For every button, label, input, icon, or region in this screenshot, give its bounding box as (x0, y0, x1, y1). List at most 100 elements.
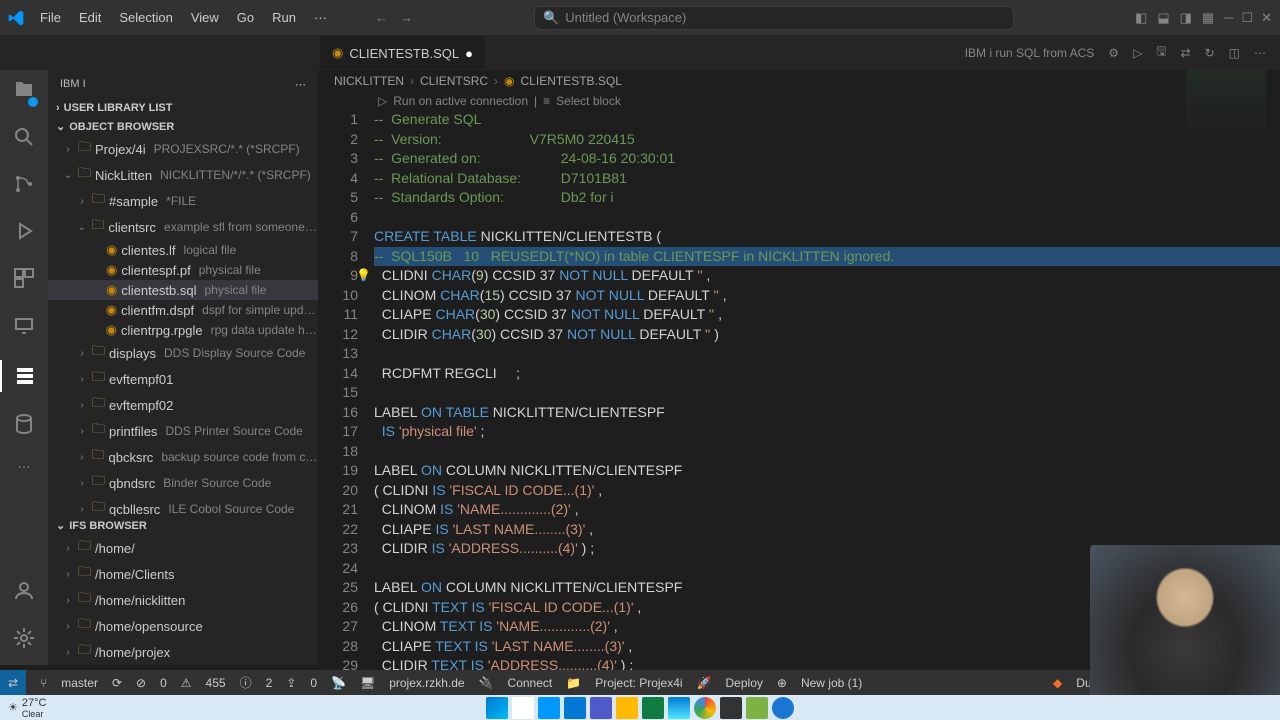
tree-item[interactable]: ›🗀/home/projex (48, 639, 318, 665)
layout-sidebar-left-icon[interactable]: ◧ (1135, 10, 1147, 26)
nav-forward-icon[interactable]: → (400, 10, 413, 25)
settings-gear-icon[interactable] (12, 626, 36, 653)
tree-item[interactable]: ◉clientrpg.rpglerpg data update ha... (48, 320, 318, 340)
overflow-icon[interactable]: ⋯ (18, 459, 31, 475)
split-icon[interactable]: ◫ (1229, 46, 1240, 60)
connect-label[interactable]: Connect (508, 676, 553, 690)
tree-item[interactable]: ◉clientfm.dspfdspf for simple update (48, 300, 318, 320)
more-icon[interactable]: ⋯ (1254, 46, 1266, 60)
code-line[interactable]: 2-- Version: V7R5M0 220415 (318, 130, 1280, 150)
outlook-icon[interactable] (564, 697, 586, 719)
maximize-icon[interactable]: ☐ (1241, 10, 1253, 26)
code-content[interactable] (374, 383, 1280, 403)
database-activity-icon[interactable] (12, 412, 36, 439)
code-content[interactable]: LABEL ON TABLE NICKLITTEN/CLIENTESPF (374, 403, 1280, 423)
layout-customize-icon[interactable]: ▦ (1202, 10, 1214, 26)
remote-host[interactable]: projex.rzkh.de (389, 676, 464, 690)
code-content[interactable]: -- SQL150B 10 REUSEDLT(*NO) in table CLI… (374, 247, 1280, 267)
breadcrumb-item[interactable]: CLIENTESTB.SQL (521, 74, 622, 88)
tree-item[interactable]: ◉clientespf.pfphysical file (48, 260, 318, 280)
settings-icon[interactable]: ⚙ (1108, 46, 1119, 60)
tree-item[interactable]: ›🗀evftempf02 (48, 392, 318, 418)
code-line[interactable]: 8-- SQL150B 10 REUSEDLT(*NO) in table CL… (318, 247, 1280, 267)
tree-item[interactable]: ›🗀#sample*FILE (48, 188, 318, 214)
codelens-select[interactable]: Select block (556, 94, 621, 108)
code-line[interactable]: 21 CLINOM IS 'NAME.............(2)' , (318, 500, 1280, 520)
minimize-icon[interactable]: ─ (1224, 10, 1233, 26)
sidebar-more-icon[interactable]: ⋯ (295, 78, 306, 91)
code-content[interactable]: CLINOM IS 'NAME.............(2)' , (374, 500, 1280, 520)
menu-item[interactable]: File (32, 6, 69, 29)
code-content[interactable]: CLINOM CHAR(15) CCSID 37 NOT NULL DEFAUL… (374, 286, 1280, 306)
menu-item[interactable]: Go (229, 6, 262, 29)
code-line[interactable]: 18 (318, 442, 1280, 462)
section-user-library[interactable]: › USER LIBRARY LIST (48, 99, 318, 117)
refresh-icon[interactable]: ↻ (1205, 46, 1215, 60)
port-count[interactable]: 0 (310, 676, 317, 690)
code-content[interactable]: RCDFMT REGCLI ; (374, 364, 1280, 384)
code-content[interactable] (374, 208, 1280, 228)
project-label[interactable]: Project: Projex4i (595, 676, 682, 690)
chrome-icon[interactable] (694, 697, 716, 719)
code-line[interactable]: 5-- Standards Option: Db2 for i (318, 188, 1280, 208)
tree-item[interactable]: ◉clientestb.sqlphysical file (48, 280, 318, 300)
code-content[interactable]: CLIDIR CHAR(30) CCSID 37 NOT NULL DEFAUL… (374, 325, 1280, 345)
code-content[interactable]: 💡 CLIDNI CHAR(9) CCSID 37 NOT NULL DEFAU… (374, 266, 1280, 286)
tree-item[interactable]: ›🗀/home/Clients (48, 561, 318, 587)
error-count[interactable]: 0 (160, 676, 167, 690)
code-line[interactable]: 9💡 CLIDNI CHAR(9) CCSID 37 NOT NULL DEFA… (318, 266, 1280, 286)
layout-panel-icon[interactable]: ⬓ (1157, 10, 1169, 26)
code-content[interactable] (374, 442, 1280, 462)
excel-icon[interactable] (642, 697, 664, 719)
menu-item[interactable]: Edit (71, 6, 109, 29)
section-object-browser[interactable]: ⌄ OBJECT BROWSER (48, 117, 318, 136)
code-content[interactable]: ( CLIDNI IS 'FISCAL ID CODE...(1)' , (374, 481, 1280, 501)
debug-icon[interactable] (12, 219, 36, 246)
code-content[interactable]: -- Generated on: 24-08-16 20:30:01 (374, 149, 1280, 169)
account-icon[interactable] (12, 579, 36, 606)
ibmi-activity-icon[interactable] (0, 360, 48, 392)
code-line[interactable]: 14 RCDFMT REGCLI ; (318, 364, 1280, 384)
code-content[interactable]: LABEL ON COLUMN NICKLITTEN/CLIENTESPF (374, 461, 1280, 481)
code-content[interactable]: -- Relational Database: D7101B81 (374, 169, 1280, 189)
layout-sidebar-right-icon[interactable]: ◨ (1180, 10, 1192, 26)
code-content[interactable]: CREATE TABLE NICKLITTEN/CLIENTESTB ( (374, 227, 1280, 247)
code-content[interactable]: -- Version: V7R5M0 220415 (374, 130, 1280, 150)
tree-item[interactable]: ›🗀evftempf01 (48, 366, 318, 392)
tree-item[interactable]: ›🗀displaysDDS Display Source Code (48, 340, 318, 366)
start-icon[interactable] (486, 697, 508, 719)
code-line[interactable]: 19LABEL ON COLUMN NICKLITTEN/CLIENTESPF (318, 461, 1280, 481)
deploy-label[interactable]: Deploy (726, 676, 763, 690)
newjob-label[interactable]: New job (1) (801, 676, 862, 690)
tree-item[interactable]: ›🗀qcbllesrcILE Cobol Source Code (48, 496, 318, 516)
tab-clientestb[interactable]: ◉ CLIENTESTB.SQL ● (320, 36, 485, 69)
code-line[interactable]: 16LABEL ON TABLE NICKLITTEN/CLIENTESPF (318, 403, 1280, 423)
weather-widget[interactable]: ☀ 27°C Clear (8, 697, 46, 719)
tree-item[interactable]: ›🗀/home/opensource (48, 613, 318, 639)
code-content[interactable] (374, 344, 1280, 364)
tree-item[interactable]: ⌄🗀clientsrcexample sfl from someone el..… (48, 214, 318, 240)
remote-icon[interactable] (12, 313, 36, 340)
tree-item[interactable]: ›🗀/home/ (48, 535, 318, 561)
save-icon[interactable]: 🖫 (1156, 42, 1166, 63)
code-line[interactable]: 6 (318, 208, 1280, 228)
menu-item[interactable]: View (183, 6, 227, 29)
edge-icon[interactable] (668, 697, 690, 719)
command-center[interactable]: 🔍 Untitled (Workspace) (534, 6, 1014, 30)
code-line[interactable]: 4-- Relational Database: D7101B81 (318, 169, 1280, 189)
tree-item[interactable]: ›🗀Projex/4iPROJEXSRC/*.* (*SRCPF) (48, 136, 318, 162)
code-line[interactable]: 3-- Generated on: 24-08-16 20:30:01 (318, 149, 1280, 169)
app-icon[interactable] (746, 697, 768, 719)
section-ifs-browser[interactable]: ⌄ IFS BROWSER (48, 516, 318, 535)
code-content[interactable]: CLIAPE CHAR(30) CCSID 37 NOT NULL DEFAUL… (374, 305, 1280, 325)
explorer-icon[interactable]: 1 (12, 78, 36, 105)
codelens-run[interactable]: Run on active connection (393, 94, 528, 108)
terminal-icon[interactable] (720, 697, 742, 719)
tree-item[interactable]: ⌄🗀NickLittenNICKLITTEN/*/*.* (*SRCPF) (48, 162, 318, 188)
breadcrumb-item[interactable]: NICKLITTEN (334, 74, 404, 88)
info-count[interactable]: 2 (266, 676, 273, 690)
tree-item[interactable]: ›🗀qbcksrcbackup source code from cle... (48, 444, 318, 470)
code-line[interactable]: 10 CLINOM CHAR(15) CCSID 37 NOT NULL DEF… (318, 286, 1280, 306)
code-line[interactable]: 1-- Generate SQL (318, 110, 1280, 130)
lightbulb-icon[interactable]: 💡 (356, 266, 371, 286)
